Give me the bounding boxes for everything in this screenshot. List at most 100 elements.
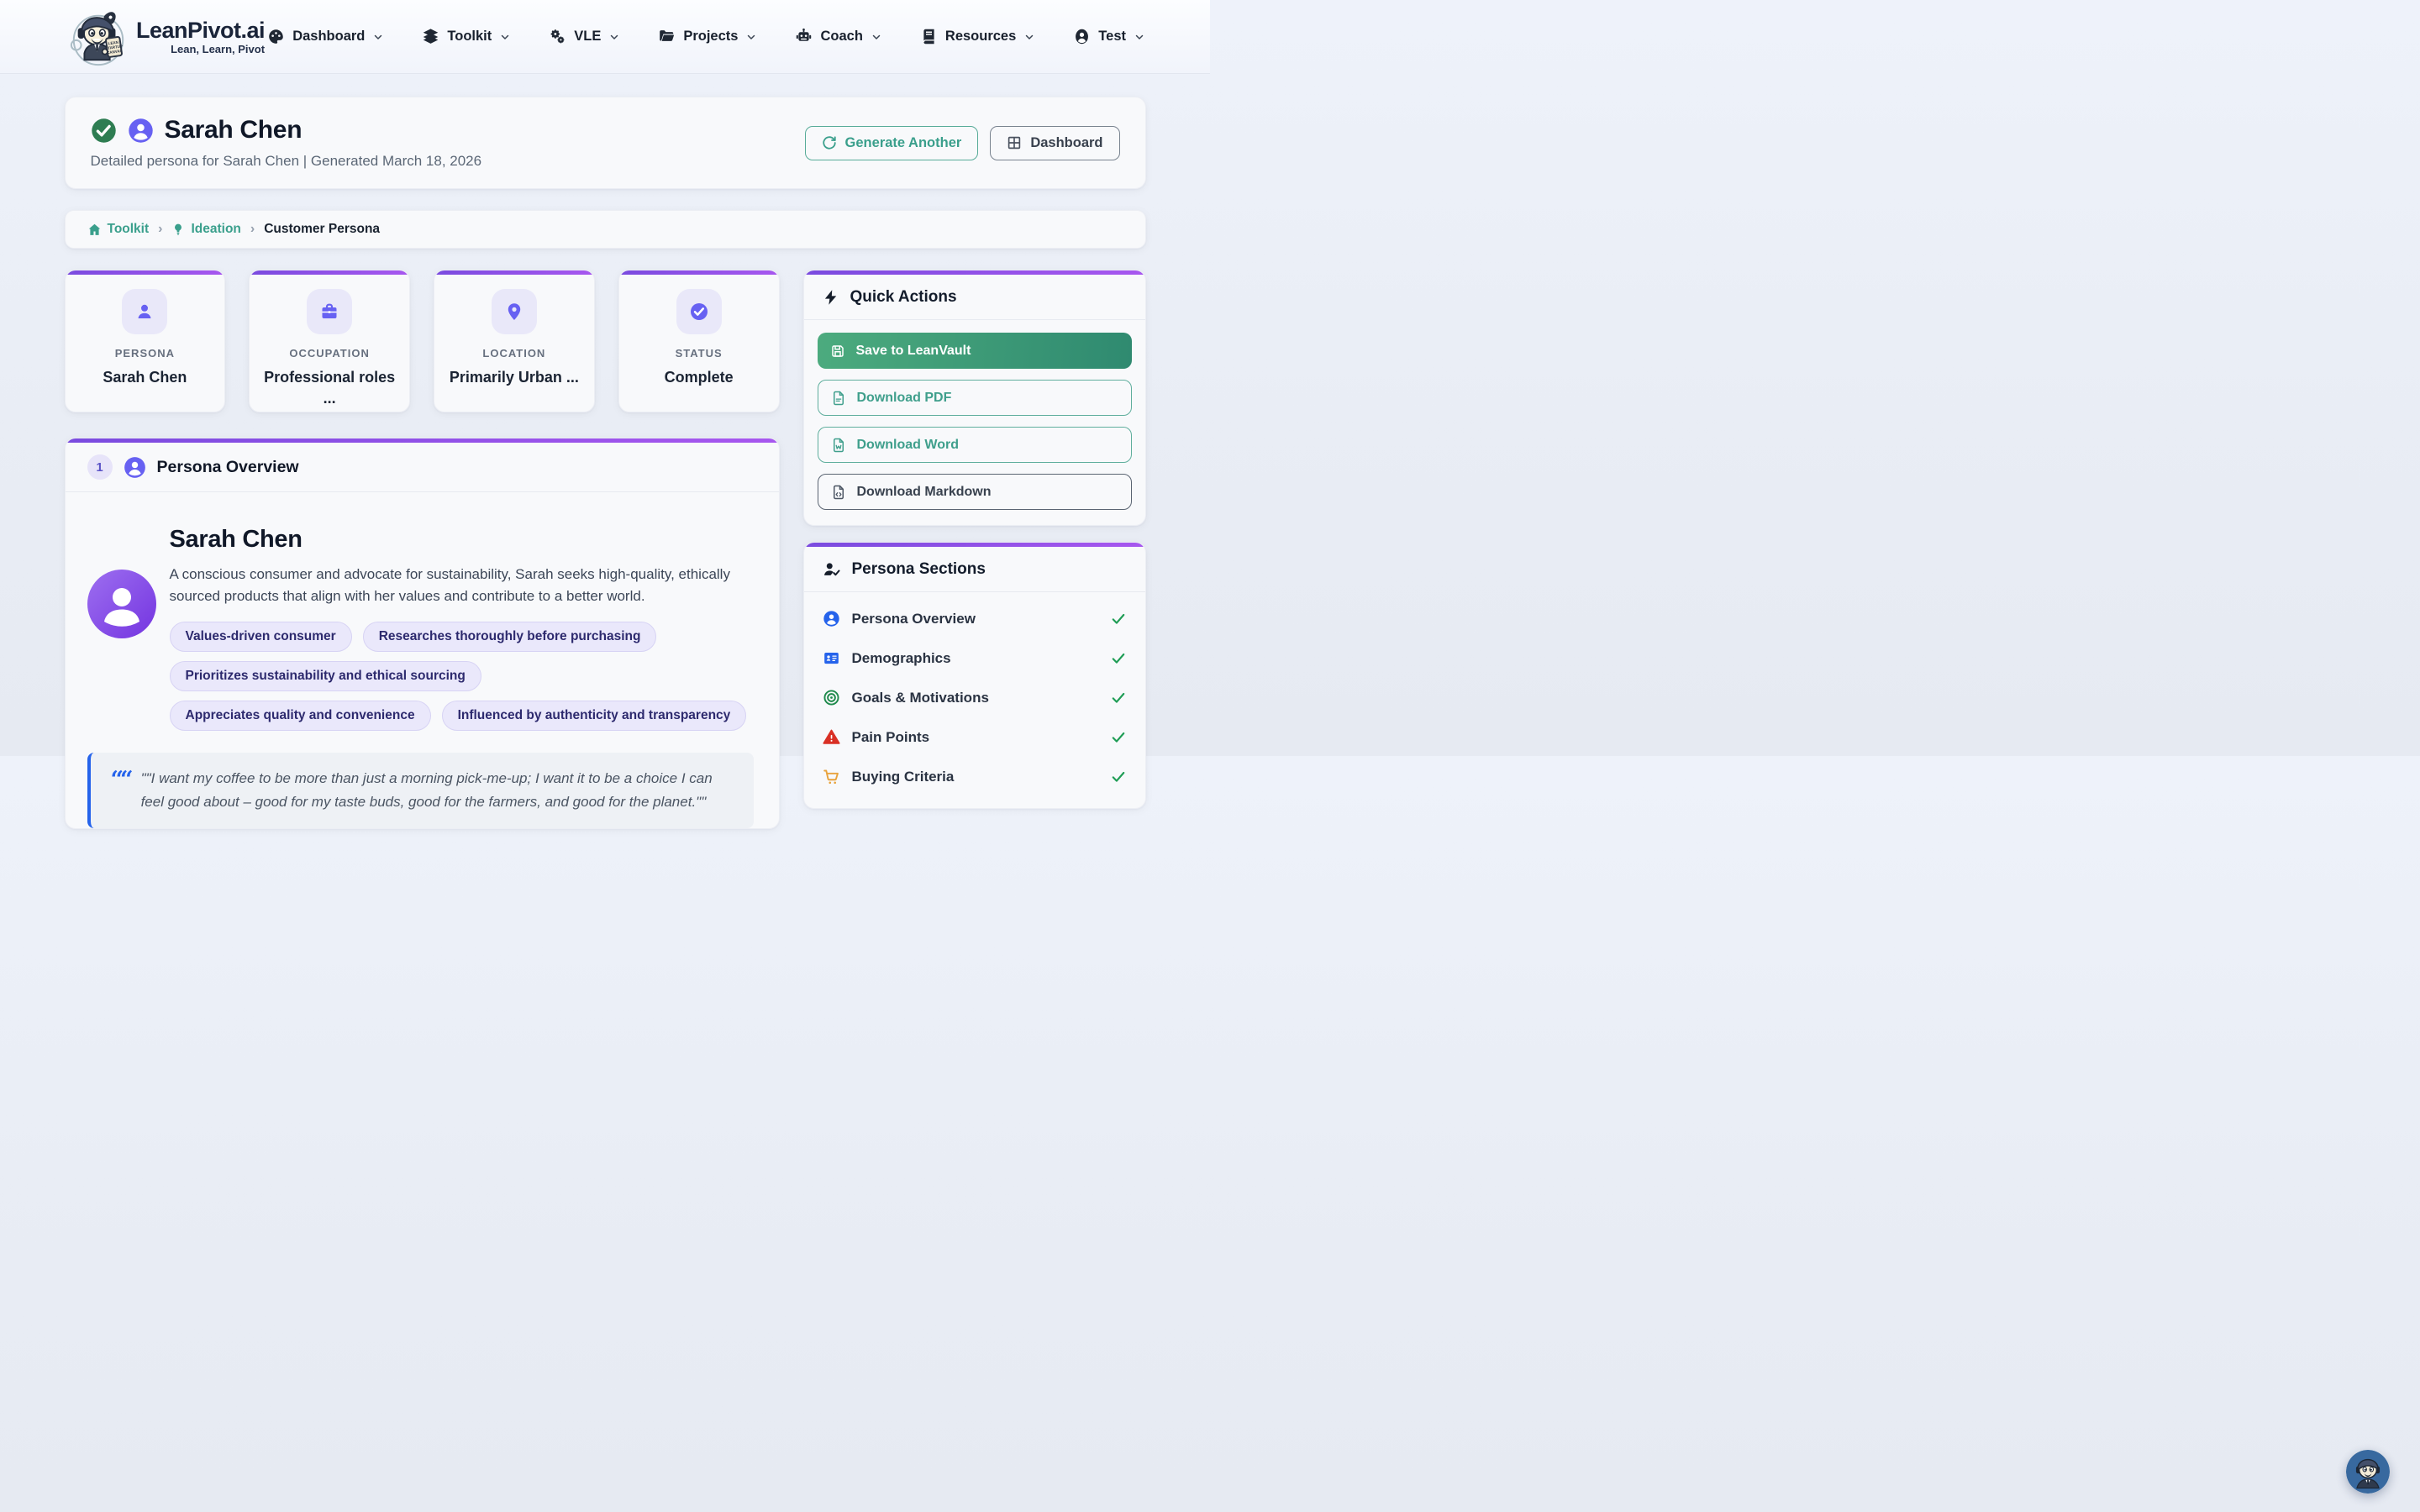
nav-item-label: Coach — [820, 29, 862, 45]
mascot-logo-icon: LEAN STARTUP CANVAS — [67, 6, 129, 68]
section-link-label: Persona Overview — [852, 611, 976, 627]
check-icon — [1110, 769, 1127, 785]
user-icon — [1073, 28, 1091, 45]
download-word-button[interactable]: Download Word — [818, 427, 1132, 463]
stat-card-occupation: OCCUPATION Professional roles ... — [249, 270, 410, 412]
section-number-badge: 1 — [87, 454, 113, 480]
section-link-label: Demographics — [852, 650, 951, 667]
nav-item-label: Dashboard — [292, 29, 365, 45]
download-pdf-button[interactable]: Download PDF — [818, 380, 1132, 416]
user-circle-icon — [124, 456, 146, 479]
chevron-down-icon — [746, 32, 756, 42]
section-link-buying-criteria[interactable]: Buying Criteria — [823, 757, 1127, 796]
quick-actions-title: Quick Actions — [850, 288, 957, 307]
stat-value-text: Professional roles — [264, 367, 395, 388]
section-link-demographics[interactable]: Demographics — [823, 638, 1127, 678]
breadcrumb-separator: › — [250, 222, 255, 237]
briefcase-icon — [307, 289, 352, 334]
home-icon — [87, 223, 102, 237]
check-circle-icon — [676, 289, 722, 334]
dashboard-button[interactable]: Dashboard — [990, 126, 1119, 160]
coach-chat-button[interactable] — [2346, 1450, 2390, 1494]
persona-sections-panel: Persona Sections Persona Overview — [803, 542, 1146, 809]
section-title: Persona Overview — [157, 458, 299, 477]
breadcrumb-label: Ideation — [191, 222, 240, 237]
persona-quote-block: ““ ""I want my coffee to be more than ju… — [87, 753, 754, 828]
stat-value: Professional roles ... — [264, 367, 395, 409]
chevron-down-icon — [871, 32, 881, 42]
check-icon — [1110, 729, 1127, 746]
file-pdf-icon — [831, 391, 846, 406]
trait-tag: Researches thoroughly before purchasing — [363, 622, 657, 652]
book-icon — [920, 28, 938, 45]
chevron-down-icon — [609, 32, 619, 42]
persona-avatar — [87, 570, 156, 638]
trait-tags: Values-driven consumer Researches thorou… — [170, 622, 754, 731]
quick-actions-panel: Quick Actions Save to LeanVault Do — [803, 270, 1146, 526]
trait-tag: Prioritizes sustainability and ethical s… — [170, 661, 481, 691]
section-link-pain-points[interactable]: Pain Points — [823, 717, 1127, 757]
breadcrumb-ideation[interactable]: Ideation — [171, 222, 240, 237]
save-to-leanvault-button[interactable]: Save to LeanVault — [818, 333, 1132, 369]
id-card-icon — [823, 649, 840, 667]
dashboard-icon — [267, 28, 285, 45]
nav-item-vle[interactable]: VLE — [549, 28, 619, 45]
stat-value: Complete — [665, 367, 734, 388]
mascot-chat-icon — [2346, 1450, 2390, 1494]
brand-logo[interactable]: LEAN STARTUP CANVAS LeanPivot.ai Lean, L… — [67, 6, 265, 68]
user-icon — [122, 289, 167, 334]
nav-item-label: Test — [1098, 29, 1126, 45]
nav-item-label: Toolkit — [447, 29, 492, 45]
lightbulb-icon — [171, 223, 185, 236]
breadcrumb-label: Toolkit — [108, 222, 150, 237]
map-pin-icon — [492, 289, 537, 334]
top-navigation: LEAN STARTUP CANVAS LeanPivot.ai Lean, L… — [0, 0, 1210, 74]
check-icon — [1110, 690, 1127, 706]
persona-quote-text: ""I want my coffee to be more than just … — [141, 767, 734, 814]
nav-item-resources[interactable]: Resources — [920, 28, 1034, 45]
chevron-down-icon — [373, 32, 383, 42]
gears-icon — [549, 28, 566, 45]
cart-icon — [823, 768, 840, 785]
check-icon — [1110, 650, 1127, 667]
stat-value: Primarily Urban ... — [450, 367, 579, 388]
persona-user-icon — [128, 118, 154, 144]
refresh-icon — [822, 135, 837, 150]
stat-value: Sarah Chen — [103, 367, 187, 388]
breadcrumb-toolkit[interactable]: Toolkit — [87, 222, 150, 237]
alert-triangle-icon — [823, 728, 840, 746]
nav-item-toolkit[interactable]: Toolkit — [422, 28, 510, 45]
generate-another-button[interactable]: Generate Another — [805, 126, 979, 160]
breadcrumb-separator: › — [157, 222, 163, 237]
page-title: Sarah Chen — [165, 116, 302, 144]
section-link-goals-motivations[interactable]: Goals & Motivations — [823, 678, 1127, 717]
persona-name: Sarah Chen — [170, 526, 754, 554]
stat-cards: PERSONA Sarah Chen OCCUPATION Profession… — [65, 270, 780, 412]
nav-item-coach[interactable]: Coach — [795, 28, 881, 45]
nav-item-dashboard[interactable]: Dashboard — [267, 28, 383, 45]
target-icon — [823, 689, 840, 706]
nav-item-label: Projects — [683, 29, 738, 45]
stat-label: LOCATION — [482, 347, 545, 360]
nav-item-label: Resources — [945, 29, 1016, 45]
persona-overview-section: 1 Persona Overview — [65, 438, 780, 829]
nav-menu: Dashboard Toolkit VLE Projects — [267, 28, 1144, 45]
section-link-persona-overview[interactable]: Persona Overview — [823, 599, 1127, 638]
folder-open-icon — [658, 28, 676, 45]
download-markdown-button[interactable]: Download Markdown — [818, 474, 1132, 510]
persona-description: A conscious consumer and advocate for su… — [170, 564, 754, 608]
brand-name: LeanPivot.ai — [136, 18, 265, 44]
quote-icon: ““ — [111, 769, 130, 814]
grid-icon — [1007, 135, 1022, 150]
nav-item-projects[interactable]: Projects — [658, 28, 756, 45]
user-circle-icon — [823, 610, 840, 627]
brand-tagline: Lean, Learn, Pivot — [136, 43, 265, 55]
section-link-label: Buying Criteria — [852, 769, 955, 785]
stat-card-status: STATUS Complete — [618, 270, 780, 412]
section-link-label: Pain Points — [852, 729, 930, 746]
robot-icon — [795, 28, 813, 45]
check-icon — [1110, 611, 1127, 627]
nav-item-test[interactable]: Test — [1073, 28, 1144, 45]
stat-card-persona: PERSONA Sarah Chen — [65, 270, 226, 412]
page-subtitle: Detailed persona for Sarah Chen | Genera… — [91, 153, 482, 170]
